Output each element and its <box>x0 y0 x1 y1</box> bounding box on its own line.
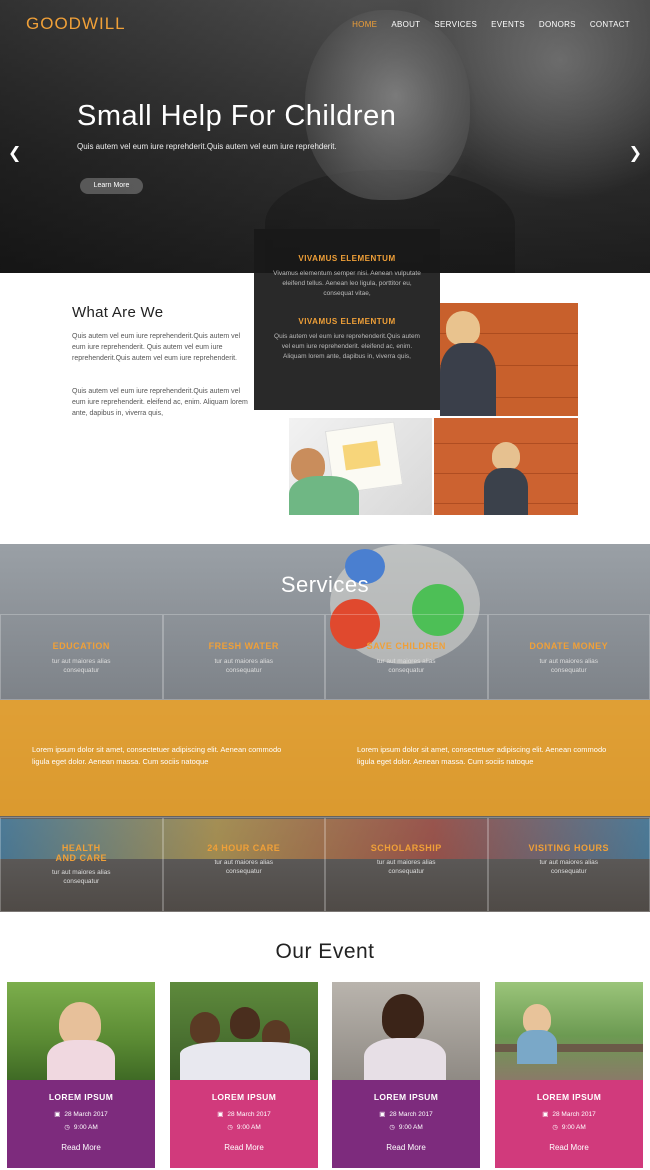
highlight-heading-2: VIVAMUS ELEMENTUM <box>298 317 396 326</box>
about-photo-reading <box>289 418 432 515</box>
service-name: EDUCATION <box>52 641 110 651</box>
service-name: VISITING HOURS <box>528 843 609 853</box>
event-date: ▣ 28 March 2017 <box>542 1111 596 1118</box>
service-desc: tur aut maiores alias consequatur <box>539 859 599 875</box>
event-time: ◷ 9:00 AM <box>227 1124 261 1131</box>
highlight-heading-1: VIVAMUS ELEMENTUM <box>298 254 396 263</box>
service-desc: tur aut maiores alias consequatur <box>539 658 599 674</box>
chevron-right-icon[interactable]: ❯ <box>629 143 642 163</box>
event-name: LOREM IPSUM <box>536 1092 602 1102</box>
about-photo-ice-cream <box>440 303 578 416</box>
hero-title: Small Help For Children <box>77 100 397 132</box>
event-time: ◷ 9:00 AM <box>389 1124 423 1131</box>
service-card[interactable]: EDUCATION tur aut maiores alias consequa… <box>0 614 163 700</box>
calendar-icon: ▣ <box>54 1111 61 1118</box>
nav-events[interactable]: EVENTS <box>491 20 525 29</box>
services-section: Services EDUCATION tur aut maiores alias… <box>0 544 650 912</box>
service-desc: tur aut maiores alias consequatur <box>51 658 111 674</box>
calendar-icon: ▣ <box>217 1111 224 1118</box>
clock-icon: ◷ <box>389 1124 395 1131</box>
hero-subtitle: Quis autem vel eum iure reprehderit.Quis… <box>77 142 337 151</box>
read-more-link[interactable]: Read More <box>495 1143 643 1152</box>
event-card[interactable]: LOREM IPSUM ▣ 28 March 2017 ◷ 9:00 AM Read… <box>495 982 643 1168</box>
services-row-2: HEALTH AND CARE tur aut maiores alias co… <box>0 817 650 912</box>
highlight-text-2: Quis autem vel eum iure reprehenderit.Qu… <box>274 333 420 360</box>
event-photo <box>7 982 155 1080</box>
event-date: ▣ 28 March 2017 <box>379 1111 433 1118</box>
read-more-link[interactable]: Read More <box>7 1143 155 1152</box>
about-title: What Are We <box>72 304 164 321</box>
service-name: SCHOLARSHIP <box>370 843 442 853</box>
service-desc: tur aut maiores alias consequatur <box>214 859 274 875</box>
service-card[interactable]: SAVE CHILDREN tur aut maiores alias cons… <box>325 614 488 700</box>
event-info: LOREM IPSUM ▣ 28 March 2017 ◷ 9:00 AM Read… <box>170 1080 318 1168</box>
event-info: LOREM IPSUM ▣ 28 March 2017 ◷ 9:00 AM Read… <box>332 1080 480 1168</box>
band-text-right: Lorem ipsum dolor sit amet, consectetuer… <box>357 745 607 766</box>
service-desc: tur aut maiores alias consequatur <box>51 869 111 885</box>
read-more-link[interactable]: Read More <box>170 1143 318 1152</box>
highlight-text-1: Vivamus elementum semper nisi. Aenean vu… <box>273 270 421 297</box>
event-info: LOREM IPSUM ▣ 28 March 2017 ◷ 9:00 AM Read… <box>7 1080 155 1168</box>
main-nav: HOME ABOUT SERVICES EVENTS DONORS CONTAC… <box>352 20 630 29</box>
site-logo[interactable]: GOODWILL <box>26 14 126 34</box>
event-time: ◷ 9:00 AM <box>64 1124 98 1131</box>
about-paragraph-1: Quis autem vel eum iure reprehenderit.Qu… <box>72 333 241 362</box>
nav-contact[interactable]: CONTACT <box>590 20 630 29</box>
event-name: LOREM IPSUM <box>373 1092 439 1102</box>
service-desc: tur aut maiores alias consequatur <box>376 658 436 674</box>
services-highlight-band: Lorem ipsum dolor sit amet, consectetuer… <box>0 700 650 816</box>
service-desc: tur aut maiores alias consequatur <box>214 658 274 674</box>
service-desc: tur aut maiores alias consequatur <box>376 859 436 875</box>
service-card[interactable]: HEALTH AND CARE tur aut maiores alias co… <box>0 817 163 912</box>
service-name: DONATE MONEY <box>529 641 609 651</box>
event-time: ◷ 9:00 AM <box>552 1124 586 1131</box>
service-card[interactable]: 24 HOUR CARE tur aut maiores alias conse… <box>162 817 325 912</box>
chevron-left-icon[interactable]: ❮ <box>8 143 21 163</box>
about-photo-child <box>434 418 578 515</box>
clock-icon: ◷ <box>227 1124 233 1131</box>
service-card[interactable]: SCHOLARSHIP tur aut maiores alias conseq… <box>325 817 488 912</box>
nav-services[interactable]: SERVICES <box>434 20 477 29</box>
event-card[interactable]: LOREM IPSUM ▣ 28 March 2017 ◷ 9:00 AM Read… <box>7 982 155 1168</box>
event-name: LOREM IPSUM <box>48 1092 114 1102</box>
clock-icon: ◷ <box>552 1124 558 1131</box>
event-photo <box>332 982 480 1080</box>
clock-icon: ◷ <box>64 1124 70 1131</box>
event-date: ▣ 28 March 2017 <box>54 1111 108 1118</box>
service-name: FRESH WATER <box>208 641 279 651</box>
service-name: SAVE CHILDREN <box>366 641 446 651</box>
events-title: Our Event <box>275 940 375 963</box>
service-card[interactable]: FRESH WATER tur aut maiores alias conseq… <box>162 614 325 700</box>
event-card[interactable]: LOREM IPSUM ▣ 28 March 2017 ◷ 9:00 AM Read… <box>170 982 318 1168</box>
nav-home[interactable]: HOME <box>352 20 377 29</box>
service-card[interactable]: DONATE MONEY tur aut maiores alias conse… <box>487 614 650 700</box>
services-title: Services <box>280 572 370 597</box>
event-photo <box>170 982 318 1080</box>
service-name: 24 HOUR CARE <box>207 843 281 853</box>
about-paragraph-2: Quis autem vel eum iure reprehenderit.Qu… <box>72 388 248 417</box>
service-name: HEALTH AND CARE <box>55 843 107 863</box>
event-info: LOREM IPSUM ▣ 28 March 2017 ◷ 9:00 AM Read… <box>495 1080 643 1168</box>
event-name: LOREM IPSUM <box>211 1092 277 1102</box>
learn-more-button[interactable]: Learn More <box>80 178 143 194</box>
band-text-left: Lorem ipsum dolor sit amet, consectetuer… <box>32 745 282 766</box>
nav-about[interactable]: ABOUT <box>391 20 420 29</box>
services-row-1: EDUCATION tur aut maiores alias consequa… <box>0 614 650 700</box>
event-photo <box>495 982 643 1080</box>
nav-donors[interactable]: DONORS <box>539 20 576 29</box>
event-card[interactable]: LOREM IPSUM ▣ 28 March 2017 ◷ 9:00 AM Read… <box>332 982 480 1168</box>
event-date: ▣ 28 March 2017 <box>217 1111 271 1118</box>
calendar-icon: ▣ <box>379 1111 386 1118</box>
read-more-link[interactable]: Read More <box>332 1143 480 1152</box>
about-highlight-box: VIVAMUS ELEMENTUM Vivamus elementum semp… <box>254 229 440 410</box>
calendar-icon: ▣ <box>542 1111 549 1118</box>
service-card[interactable]: VISITING HOURS tur aut maiores alias con… <box>487 817 650 912</box>
